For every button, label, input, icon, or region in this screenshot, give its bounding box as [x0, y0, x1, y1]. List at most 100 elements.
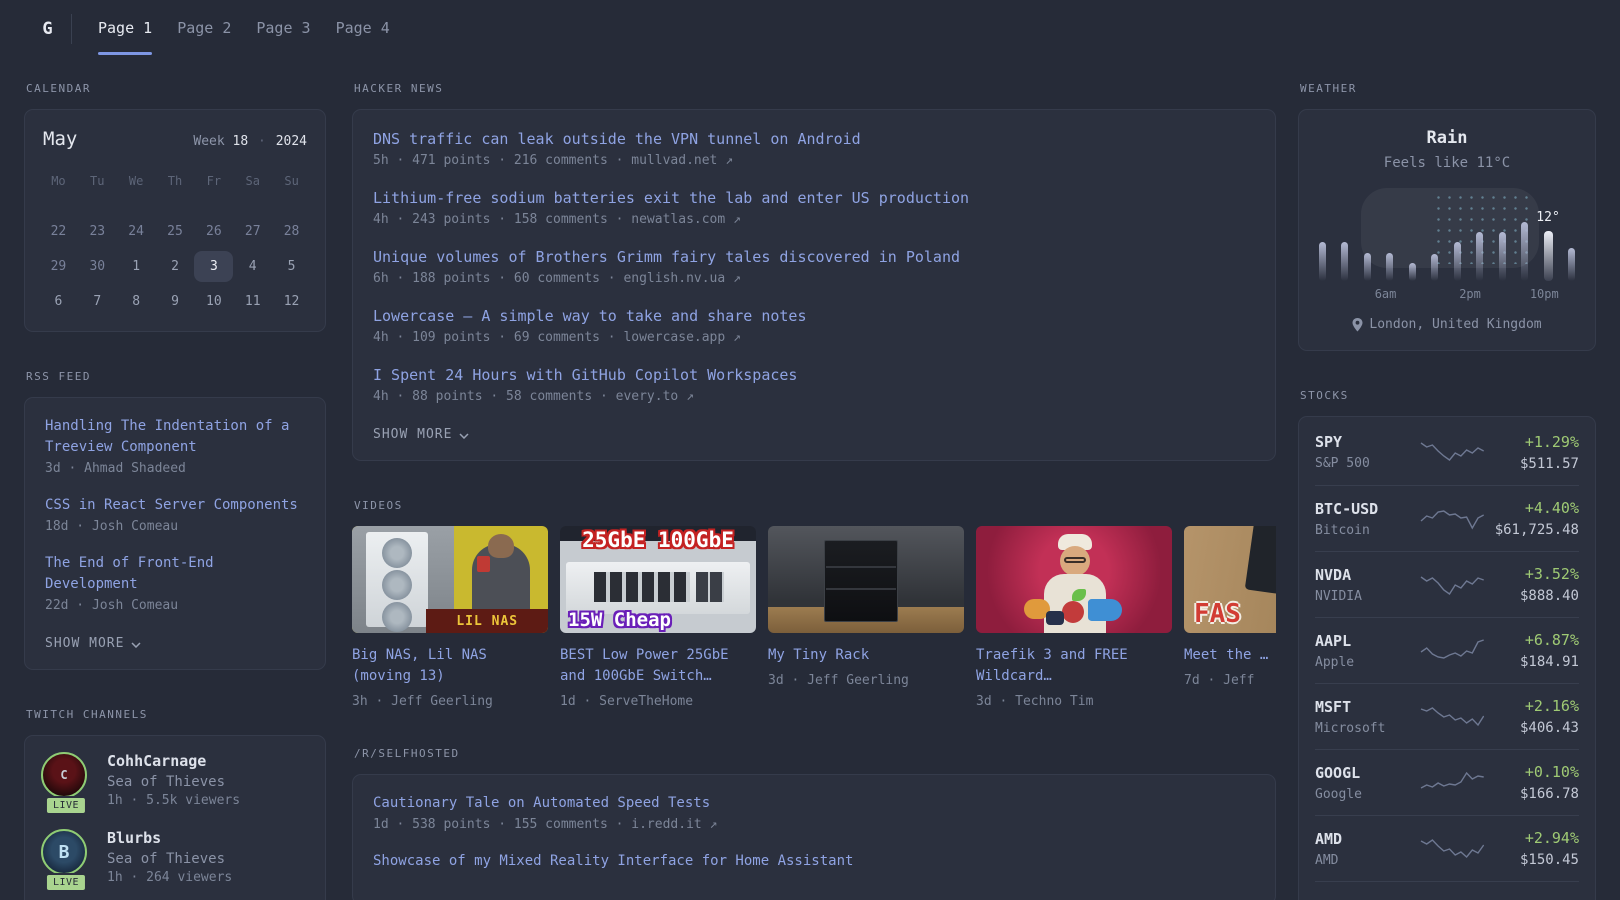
thumb-art — [696, 572, 724, 602]
stock-row[interactable]: RDDT -1.65% — [1315, 881, 1579, 900]
stock-symbol[interactable]: MSFT — [1315, 698, 1419, 716]
rss-item-title[interactable]: Handling The Indentation of a Treeview C… — [45, 416, 305, 458]
weather-bar-temp-label: 12° — [1536, 210, 1560, 225]
stock-row[interactable]: AAPL Apple +6.87% $184.91 — [1315, 617, 1579, 683]
stock-id: MSFT Microsoft — [1315, 698, 1419, 736]
calendar-day: 25 — [167, 224, 183, 239]
weekday-label: Mo — [51, 174, 66, 188]
video-thumbnail[interactable] — [976, 526, 1172, 633]
thumb-art — [382, 570, 412, 600]
hn-item-meta: 4h · 109 points · 69 comments · lowercas… — [373, 330, 741, 345]
weather-bar — [1498, 232, 1506, 281]
stock-row[interactable]: NVDA NVIDIA +3.52% $888.40 — [1315, 551, 1579, 617]
reddit-item-title[interactable]: Showcase of my Mixed Reality Interface f… — [373, 851, 1255, 872]
video-thumbnail[interactable]: 25GbE 100GbE 15W Cheap — [560, 526, 756, 633]
weekday-label: Tu — [90, 174, 105, 188]
stock-name: Google — [1315, 786, 1362, 802]
stock-sparkline — [1419, 770, 1485, 796]
twitch-avatar[interactable]: C — [41, 752, 87, 798]
calendar-day: 29 — [50, 259, 67, 274]
video-thumbnail[interactable]: LIL NAS — [352, 526, 548, 633]
hn-item-title[interactable]: Lowercase – A simple way to take and sha… — [373, 305, 1255, 327]
twitch-card: C LIVE CohhCarnage Sea of Thieves 1h · 5… — [24, 735, 326, 900]
stock-values: +2.94% $150.45 — [1485, 829, 1579, 868]
rss-section-title: RSS FEED — [26, 370, 91, 383]
stock-symbol[interactable]: AAPL — [1315, 632, 1419, 650]
hn-item-title[interactable]: I Spent 24 Hours with GitHub Copilot Wor… — [373, 364, 1255, 386]
stock-row[interactable]: MSFT Microsoft +2.16% $406.43 — [1315, 683, 1579, 749]
calendar-header: May Week 18 · 2024 — [39, 126, 311, 150]
stock-values: +1.29% $511.57 — [1485, 433, 1579, 472]
rss-item-meta: 22d · Josh Comeau — [45, 598, 179, 613]
video-title[interactable]: Meet the … Linux Clu… — [1184, 645, 1276, 666]
hn-item-title[interactable]: DNS traffic can leak outside the VPN tun… — [373, 128, 1255, 150]
thumb-art — [1046, 611, 1064, 625]
live-badge: LIVE — [44, 873, 88, 892]
stock-row[interactable]: SPY S&P 500 +1.29% $511.57 — [1315, 419, 1579, 485]
reddit-widget: /R/SELFHOSTED Cautionary Tale on Automat… — [352, 747, 1276, 900]
hn-item-meta: 4h · 88 points · 58 comments · every.to … — [373, 389, 694, 404]
thumb-art — [477, 556, 490, 572]
hn-show-more-button[interactable]: SHOW MORE — [373, 427, 469, 442]
calendar-day: 4 — [248, 259, 257, 274]
rss-item-title[interactable]: CSS in React Server Components — [45, 495, 305, 516]
stock-symbol[interactable]: BTC-USD — [1315, 500, 1419, 518]
stock-symbol[interactable]: SPY — [1315, 433, 1419, 451]
chevron-down-icon — [131, 641, 141, 648]
tab-page-1[interactable]: Page 1 — [98, 0, 153, 58]
video-title[interactable]: My Tiny Rack — [768, 645, 964, 666]
twitch-avatar[interactable]: B — [41, 829, 87, 875]
stock-row[interactable]: BTC-USD Bitcoin +4.40% $61,725.48 — [1315, 485, 1579, 551]
hn-item-meta: 6h · 188 points · 60 comments · english.… — [373, 271, 741, 286]
rss-item-meta: 3d · Ahmad Shadeed — [45, 461, 186, 476]
stock-row[interactable]: GOOGL Google +0.10% $166.78 — [1315, 749, 1579, 815]
rss-item-title[interactable]: The End of Front-End Development — [45, 553, 305, 595]
stock-name: Apple — [1315, 654, 1355, 670]
weekday-label: Sa — [245, 174, 260, 188]
calendar-day: 2 — [171, 259, 179, 274]
twitch-channel-meta: 1h · 5.5k viewers — [107, 793, 241, 808]
stocks-section-title: STOCKS — [1300, 389, 1349, 402]
stock-change: +0.10% — [1524, 763, 1579, 781]
video-title[interactable]: Big NAS, Lil NAS (moving 13) — [352, 645, 548, 687]
tab-page-3[interactable]: Page 3 — [256, 0, 310, 58]
weather-section-title: WEATHER — [1300, 82, 1357, 95]
tab-page-4[interactable]: Page 4 — [336, 0, 390, 58]
stock-values: +4.40% $61,725.48 — [1485, 499, 1579, 538]
video-thumbnail[interactable] — [768, 526, 964, 633]
calendar-day: 9 — [171, 294, 179, 309]
video-title[interactable]: BEST Low Power 25GbE and 100GbE Switch… — [560, 645, 756, 687]
video-item: My Tiny Rack 3d · Jeff Geerling — [768, 526, 964, 709]
videos-row: LIL NAS Big NAS, Lil NAS (moving 13) 3h … — [352, 526, 1276, 709]
video-title[interactable]: Traefik 3 and FREE Wildcard… — [976, 645, 1172, 687]
tab-page-2[interactable]: Page 2 — [177, 0, 231, 58]
thumb-art — [488, 534, 514, 558]
stock-symbol[interactable]: AMD — [1315, 830, 1419, 848]
stock-row[interactable]: AMD AMD +2.94% $150.45 — [1315, 815, 1579, 881]
reddit-item-title[interactable]: Cautionary Tale on Automated Speed Tests — [373, 793, 1255, 814]
calendar-day: 23 — [89, 224, 106, 239]
hn-item-title[interactable]: Unique volumes of Brothers Grimm fairy t… — [373, 246, 1255, 268]
stock-symbol[interactable]: GOOGL — [1315, 764, 1419, 782]
calendar-card: May Week 18 · 2024 Mo Tu We Th Fr Sa Su … — [24, 109, 326, 332]
stock-change: +4.40% — [1524, 499, 1579, 517]
video-thumbnail[interactable]: FAS — [1184, 526, 1276, 633]
twitch-avatar-wrap: C LIVE — [41, 752, 91, 815]
weather-bar — [1319, 242, 1326, 281]
twitch-channel-name[interactable]: CohhCarnage — [107, 752, 240, 770]
app-logo[interactable]: G — [24, 14, 72, 44]
stock-id: AMD AMD — [1315, 830, 1419, 868]
weather-bar — [1567, 248, 1575, 281]
weather-widget: WEATHER Rain Feels like 11°C 12° 6am 2pm… — [1298, 82, 1596, 351]
hn-item-title[interactable]: Lithium-free sodium batteries exit the l… — [373, 187, 1255, 209]
stock-id: GOOGL Google — [1315, 764, 1419, 802]
stock-change: +3.52% — [1524, 565, 1579, 583]
video-item: FAS Meet the … Linux Clu… 7d · Jeff — [1184, 526, 1276, 709]
video-meta: 3d · Techno Tim — [976, 694, 1094, 709]
weather-bar — [1521, 222, 1529, 281]
stock-symbol[interactable]: NVDA — [1315, 566, 1419, 584]
stock-sparkline — [1419, 506, 1485, 532]
twitch-channel-name[interactable]: Blurbs — [107, 829, 232, 847]
rss-show-more-button[interactable]: SHOW MORE — [45, 636, 141, 651]
weather-condition: Rain — [1426, 128, 1468, 148]
